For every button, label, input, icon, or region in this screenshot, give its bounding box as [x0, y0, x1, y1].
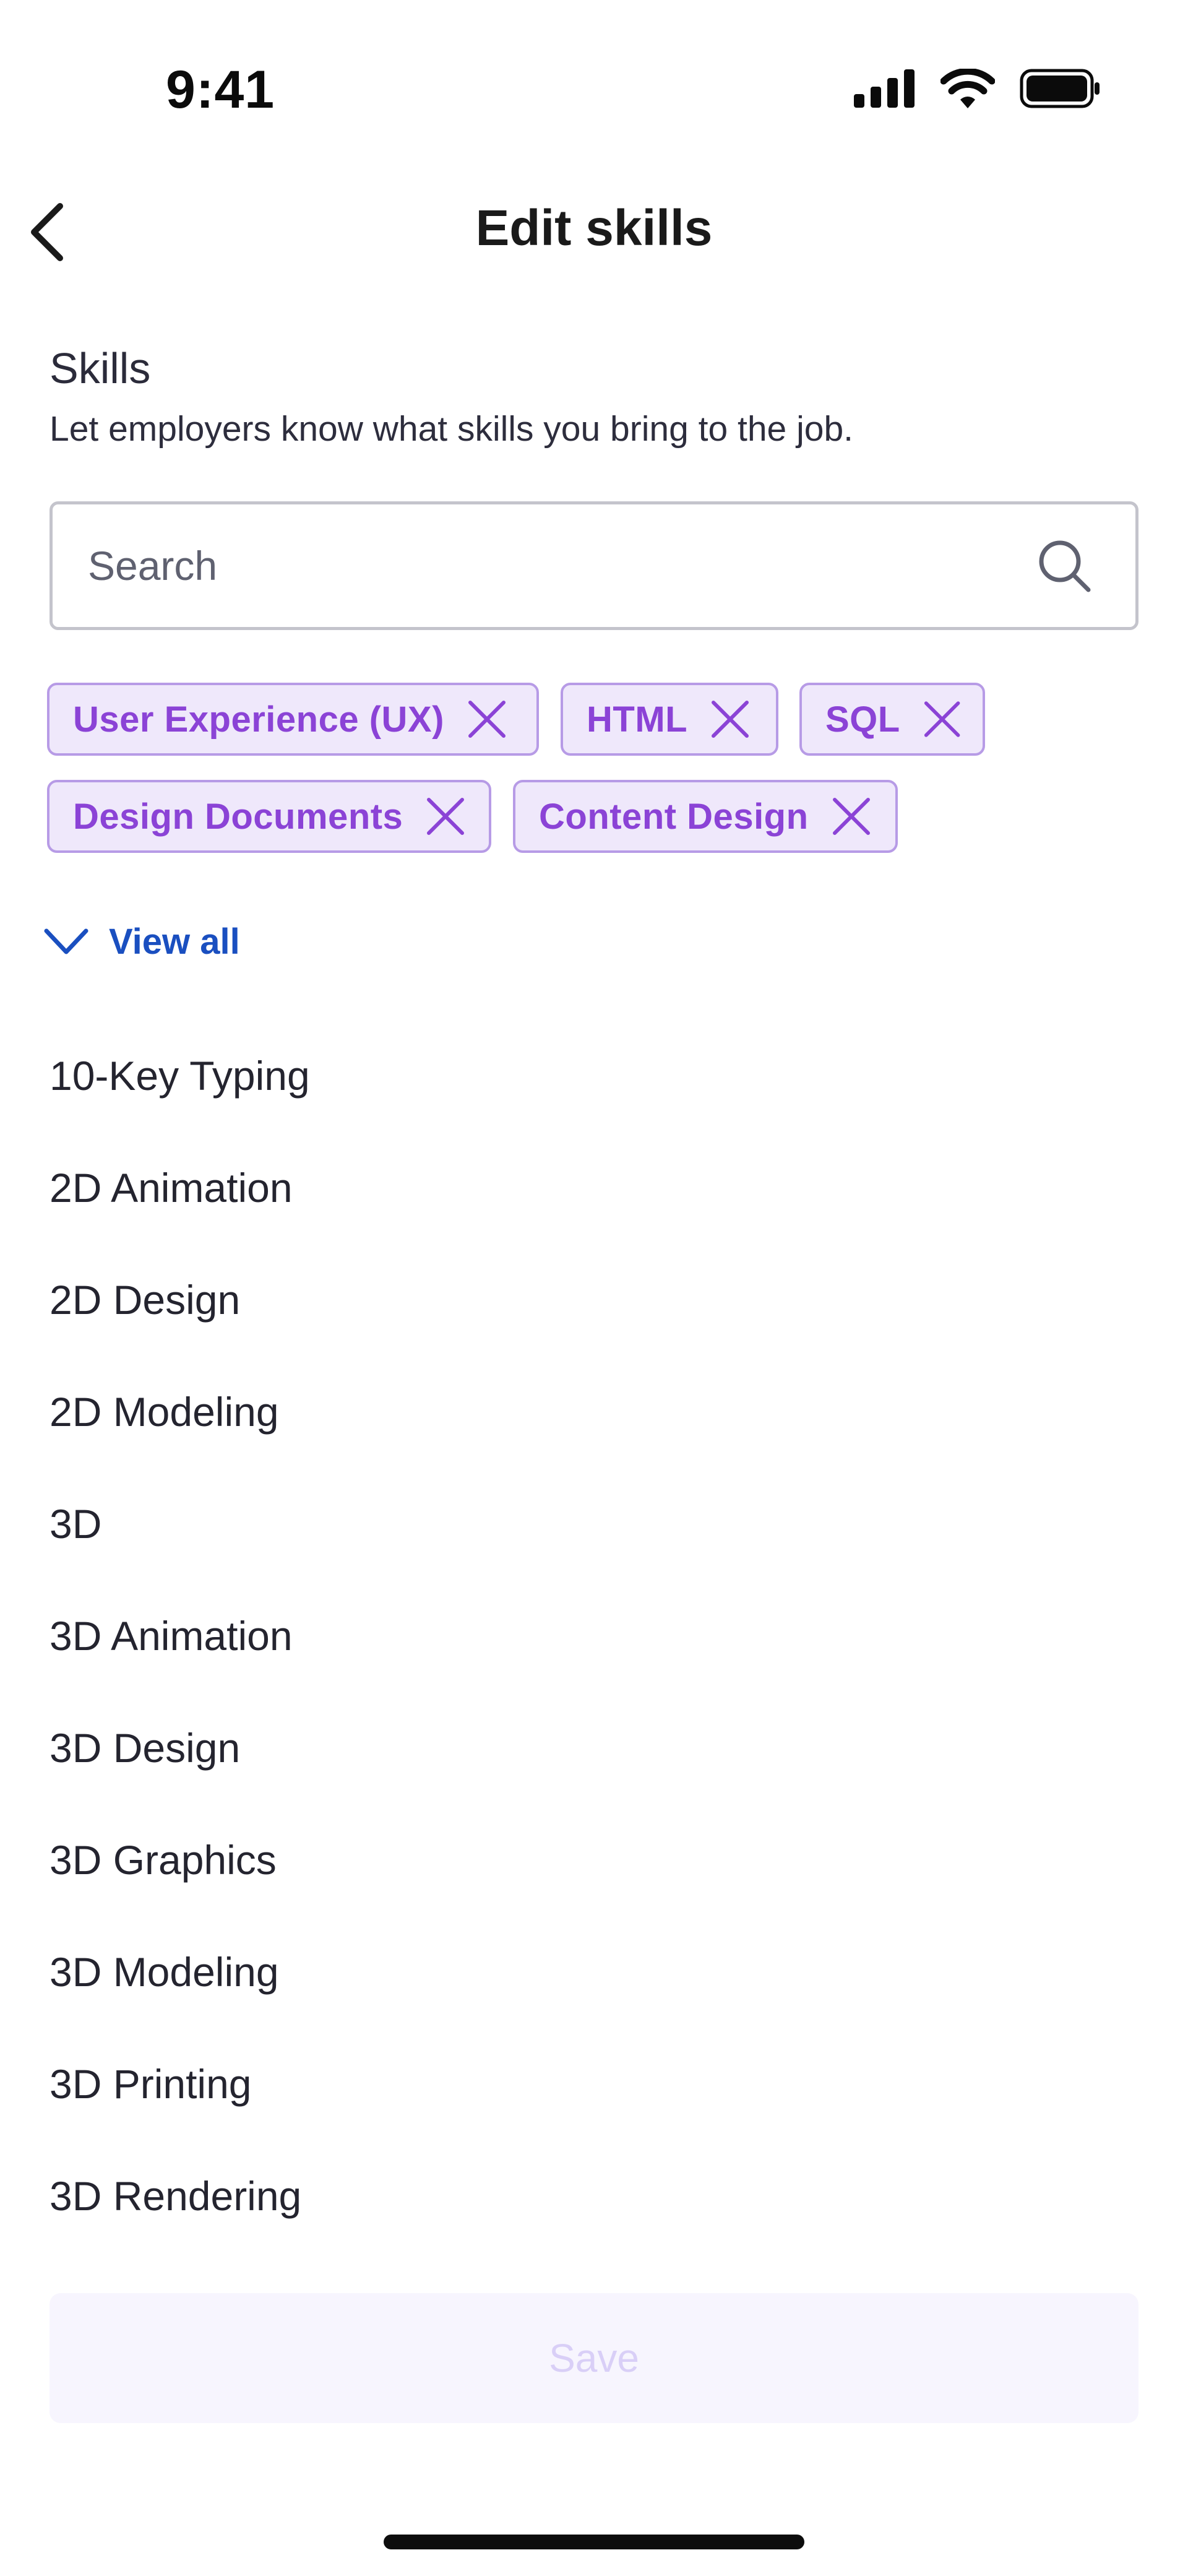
- status-time: 9:41: [166, 60, 275, 119]
- view-all-button[interactable]: View all: [43, 921, 240, 962]
- battery-icon: [1020, 69, 1100, 108]
- skill-list-item[interactable]: 2D Animation: [50, 1164, 293, 1211]
- remove-chip-icon[interactable]: [425, 796, 466, 837]
- search-icon[interactable]: [1036, 538, 1092, 594]
- view-all-label: View all: [109, 922, 240, 962]
- skill-list-item[interactable]: 3D Printing: [50, 2060, 252, 2107]
- page-title: Edit skills: [475, 200, 713, 256]
- skill-chip-label: SQL: [825, 699, 900, 740]
- skill-chip-label: HTML: [587, 699, 688, 740]
- skill-list-item[interactable]: 3D Graphics: [50, 1836, 277, 1883]
- skill-chip-label: User Experience (UX): [73, 699, 444, 740]
- skill-chip[interactable]: SQL: [799, 683, 985, 756]
- skill-chip-label: Design Documents: [73, 796, 403, 837]
- remove-chip-icon[interactable]: [923, 699, 962, 740]
- section-subtitle: Let employers know what skills you bring…: [50, 409, 853, 449]
- skill-chip[interactable]: HTML: [561, 683, 778, 756]
- skill-list-item[interactable]: 3D Modeling: [50, 1948, 279, 1995]
- skill-chip[interactable]: User Experience (UX): [47, 683, 539, 756]
- skill-list-item[interactable]: 2D Modeling: [50, 1388, 279, 1435]
- chevron-down-icon: [44, 928, 88, 954]
- save-button[interactable]: Save: [50, 2293, 1138, 2423]
- wifi-icon: [940, 69, 995, 108]
- skill-list-item[interactable]: 3D Animation: [50, 1612, 293, 1659]
- skill-list-item[interactable]: 2D Design: [50, 1276, 240, 1323]
- remove-chip-icon[interactable]: [467, 699, 507, 740]
- status-icons: [854, 67, 1101, 110]
- skill-list-item[interactable]: 3D: [50, 1500, 101, 1547]
- skill-list-item[interactable]: 3D Design: [50, 1724, 240, 1771]
- remove-chip-icon[interactable]: [831, 796, 872, 837]
- section-title: Skills: [50, 344, 151, 392]
- skill-chip-label: Content Design: [539, 796, 809, 837]
- skill-list-item[interactable]: 10-Key Typing: [50, 1052, 310, 1099]
- skill-chip[interactable]: Content Design: [513, 780, 898, 853]
- cellular-signal-icon: [854, 69, 915, 108]
- skill-chip[interactable]: Design Documents: [47, 780, 491, 853]
- search-input[interactable]: [87, 542, 1036, 590]
- home-indicator: [384, 2535, 804, 2549]
- skill-list-item[interactable]: 3D Rendering: [50, 2172, 301, 2219]
- search-box[interactable]: [50, 501, 1138, 630]
- remove-chip-icon[interactable]: [710, 699, 751, 740]
